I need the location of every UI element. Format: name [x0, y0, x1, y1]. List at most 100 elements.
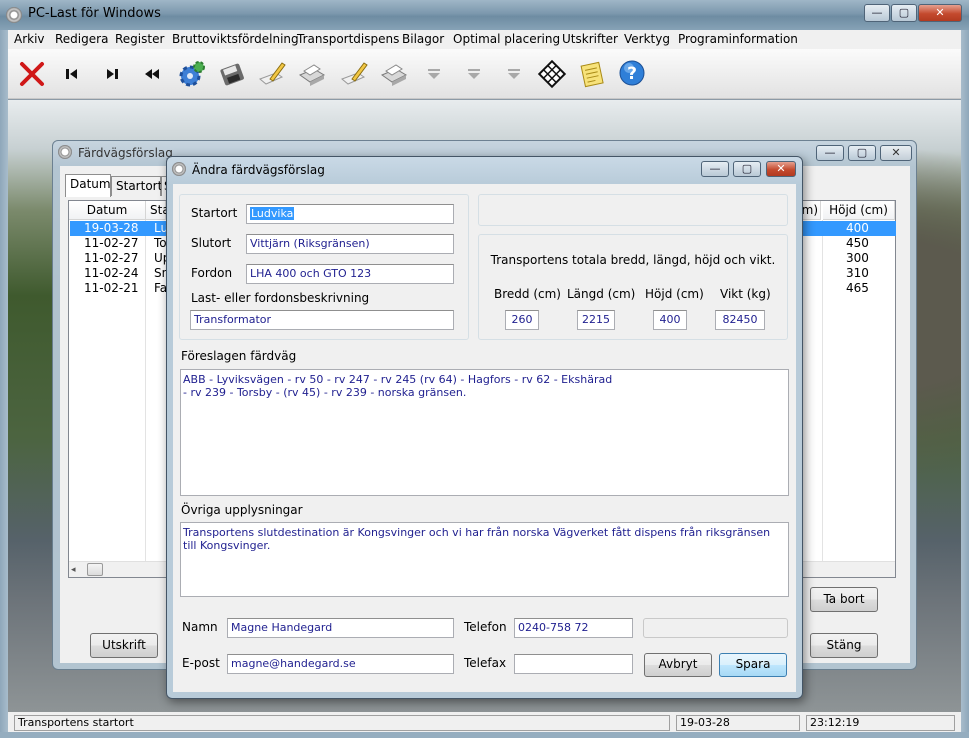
fordon-field[interactable]: LHA 400 och GTO 123 [246, 264, 454, 284]
menu-programinformation[interactable]: Programinformation [678, 32, 798, 46]
status-indicator [643, 618, 788, 638]
rewind-icon[interactable] [136, 58, 168, 90]
maximize-icon[interactable]: ▢ [848, 145, 876, 161]
close-icon[interactable]: ✕ [918, 4, 962, 22]
startort-value: Ludvika [250, 207, 295, 220]
other-info-text: Transportens slutdestination är Kongsvin… [183, 526, 771, 552]
app-gear-icon [6, 7, 22, 23]
menu-transportdispens[interactable]: Transportdispens [297, 32, 399, 46]
status-bar: Transportens startort 19-03-28 23:12:19 [8, 712, 961, 732]
description-label: Last- eller fordonsbeskrivning [191, 291, 370, 305]
menu-verktyg[interactable]: Verktyg [624, 32, 670, 46]
fordon-label: Fordon [191, 266, 233, 280]
startort-label: Startort [191, 206, 238, 220]
menu-bar: Arkiv Redigera Register Bruttoviktsförde… [8, 30, 961, 49]
description-field[interactable]: Transformator [190, 310, 454, 330]
cell-hojd: 400 [846, 221, 869, 235]
menu-optimal-placering[interactable]: Optimal placering [453, 32, 560, 46]
print-icon[interactable] [378, 58, 410, 90]
maximize-icon[interactable]: ▢ [733, 161, 761, 177]
edit-pencil-icon[interactable] [256, 58, 288, 90]
minimize-icon[interactable]: — [816, 145, 844, 161]
vikt-field[interactable]: 82450 [715, 310, 765, 330]
tab-datum[interactable]: Datum [65, 174, 111, 197]
close-icon[interactable]: ✕ [880, 145, 912, 161]
other-info-label: Övriga upplysningar [181, 503, 303, 517]
cancel-button[interactable]: Avbryt [644, 653, 712, 677]
notes-icon[interactable] [576, 58, 608, 90]
hojd-field[interactable]: 400 [653, 310, 687, 330]
menu-utskrifter[interactable]: Utskrifter [562, 32, 618, 46]
langd-label: Längd (cm) [567, 287, 636, 301]
arrow-down-disabled-icon [418, 58, 450, 90]
menu-arkiv[interactable]: Arkiv [14, 32, 45, 46]
telefon-label: Telefon [464, 620, 507, 634]
window-gear-icon [58, 145, 72, 159]
window-frame [961, 30, 969, 738]
save-disk-icon[interactable] [216, 58, 248, 90]
maximize-icon[interactable]: ▢ [891, 4, 917, 22]
langd-field[interactable]: 2215 [577, 310, 615, 330]
status-message: Transportens startort [14, 715, 670, 731]
vikt-label: Vikt (kg) [720, 287, 771, 301]
next-record-icon[interactable] [96, 58, 128, 90]
epost-field[interactable]: magne@handegard.se [227, 654, 454, 674]
close-x-icon[interactable] [16, 58, 48, 90]
route-list-title: Färdvägsförslag [78, 146, 173, 160]
arrow-down-disabled-icon [458, 58, 490, 90]
epost-label: E-post [182, 656, 220, 670]
tab-startort[interactable]: Startort [111, 176, 162, 196]
other-info-memo[interactable]: Transportens slutdestination är Kongsvin… [180, 522, 789, 597]
dimensions-title: Transportens totala bredd, längd, höjd o… [490, 253, 776, 267]
column-header-hojd[interactable]: Höjd (cm) [823, 201, 895, 220]
print-icon[interactable] [296, 58, 328, 90]
bredd-field[interactable]: 260 [505, 310, 539, 330]
dialog-title: Ändra färdvägsförslag [192, 163, 325, 177]
delete-button[interactable]: Ta bort [810, 587, 878, 612]
minimize-icon[interactable]: — [701, 161, 729, 177]
arrow-down-disabled-icon [498, 58, 530, 90]
cell-startort: To [154, 236, 167, 250]
cell-datum: 11-02-24 [84, 266, 139, 280]
cell-hojd: 465 [846, 281, 869, 295]
scrollbar-thumb[interactable] [87, 563, 103, 576]
telefon-field[interactable]: 0240-758 72 [514, 618, 633, 638]
slutort-label: Slutort [191, 236, 232, 250]
toolbar: ? [8, 49, 961, 99]
help-icon[interactable]: ? [616, 58, 648, 90]
route-label: Föreslagen färdväg [181, 349, 297, 363]
window-frame [0, 732, 969, 738]
save-button[interactable]: Spara [719, 653, 787, 677]
minimize-icon[interactable]: — [864, 4, 890, 22]
info-panel [478, 194, 788, 226]
route-line-2: - rv 239 - Torsby - (rv 45) - rv 239 - n… [183, 386, 467, 399]
print-button[interactable]: Utskrift [90, 633, 158, 658]
menu-bruttoviktsfordelning[interactable]: Bruttoviktsfördelning [172, 32, 299, 46]
route-line-1: ABB - Lyviksvägen - rv 50 - rv 247 - rv … [183, 373, 613, 386]
edit-pencil-icon[interactable] [338, 58, 370, 90]
window-gear-icon [172, 162, 186, 176]
menu-bilagor[interactable]: Bilagor [402, 32, 444, 46]
slutort-field[interactable]: Vittjärn (Riksgränsen) [246, 234, 454, 254]
column-header-startort[interactable]: Sta [146, 201, 170, 220]
status-time: 23:12:19 [806, 715, 955, 731]
settings-gear-icon[interactable] [176, 58, 208, 90]
close-button[interactable]: Stäng [810, 633, 878, 658]
first-record-icon[interactable] [56, 58, 88, 90]
route-memo[interactable]: ABB - Lyviksvägen - rv 50 - rv 247 - rv … [180, 369, 789, 496]
column-header-datum[interactable]: Datum [69, 201, 146, 220]
telefax-field[interactable] [514, 654, 633, 674]
scroll-left-icon[interactable]: ◂ [71, 565, 76, 575]
menu-register[interactable]: Register [115, 32, 164, 46]
close-icon[interactable]: ✕ [766, 161, 796, 177]
menu-redigera[interactable]: Redigera [55, 32, 108, 46]
bredd-label: Bredd (cm) [494, 287, 561, 301]
cell-datum: 11-02-27 [84, 251, 139, 265]
svg-text:?: ? [627, 64, 637, 84]
cell-hojd: 450 [846, 236, 869, 250]
calculator-icon[interactable] [536, 58, 568, 90]
status-date: 19-03-28 [676, 715, 800, 731]
main-window-title: PC-Last för Windows [28, 6, 161, 21]
namn-field[interactable]: Magne Handegard [227, 618, 454, 638]
startort-field[interactable]: Ludvika [246, 204, 454, 224]
